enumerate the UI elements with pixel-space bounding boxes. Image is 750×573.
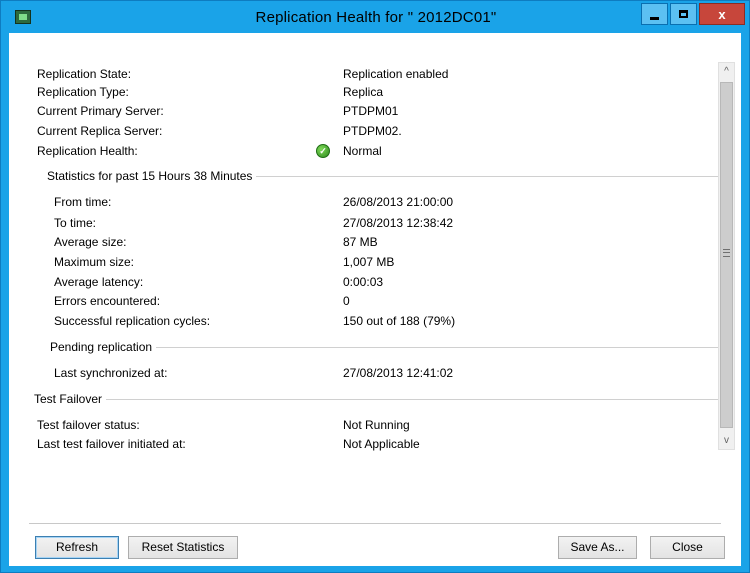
pending-row: Last synchronized at: 27/08/2013 12:41:0… bbox=[54, 365, 694, 381]
statistics-heading: Statistics for past 15 Hours 38 Minutes bbox=[47, 169, 257, 183]
successful-cycles-value: 150 out of 188 (79%) bbox=[343, 314, 456, 328]
window-title: Replication Health for " 2012DC01" bbox=[255, 9, 497, 26]
primary-server-value: PTDPM01 bbox=[343, 104, 399, 118]
successful-cycles-label: Successful replication cycles: bbox=[54, 314, 211, 328]
chevron-up-icon: ^ bbox=[724, 66, 729, 77]
button-separator bbox=[29, 523, 721, 524]
statistics-group-header: Statistics for past 15 Hours 38 Minutes bbox=[47, 168, 718, 184]
scroll-down-button[interactable]: v bbox=[719, 432, 734, 449]
from-time-label: From time: bbox=[54, 195, 112, 209]
pending-heading: Pending replication bbox=[50, 340, 157, 354]
stat-row: Maximum size: 1,007 MB bbox=[54, 254, 694, 270]
replication-health-label: Replication Health: bbox=[37, 144, 138, 158]
last-test-failover-label: Last test failover initiated at: bbox=[37, 437, 186, 451]
replica-server-label: Current Replica Server: bbox=[37, 124, 163, 138]
summary-row-replica-server: Current Replica Server: PTDPM02. bbox=[37, 123, 717, 139]
test-failover-heading: Test Failover bbox=[34, 392, 107, 406]
replication-state-value: Replication enabled bbox=[343, 67, 449, 81]
average-size-label: Average size: bbox=[54, 235, 127, 249]
test-failover-row: Last test failover initiated at: Not App… bbox=[37, 436, 717, 452]
stat-row: To time: 27/08/2013 12:38:42 bbox=[54, 215, 694, 231]
errors-encountered-value: 0 bbox=[343, 294, 350, 308]
replication-health-window: Replication Health for " 2012DC01" x Rep… bbox=[0, 0, 750, 573]
stat-row: Successful replication cycles: 150 out o… bbox=[54, 313, 694, 329]
title-bar[interactable]: Replication Health for " 2012DC01" x bbox=[1, 1, 749, 33]
test-failover-row: Test failover status: Not Running bbox=[37, 417, 717, 433]
last-synchronized-label: Last synchronized at: bbox=[54, 366, 168, 380]
last-test-failover-value: Not Applicable bbox=[343, 437, 420, 451]
replication-state-label: Replication State: bbox=[37, 67, 132, 81]
stat-row: Errors encountered: 0 bbox=[54, 293, 694, 309]
from-time-value: 26/08/2013 21:00:00 bbox=[343, 195, 454, 209]
minimize-button[interactable] bbox=[641, 3, 668, 25]
minimize-icon bbox=[650, 16, 659, 20]
stat-row: Average latency: 0:00:03 bbox=[54, 274, 694, 290]
primary-server-label: Current Primary Server: bbox=[37, 104, 164, 118]
average-latency-label: Average latency: bbox=[54, 275, 144, 289]
average-latency-value: 0:00:03 bbox=[343, 275, 384, 289]
pending-group-header: Pending replication bbox=[50, 339, 718, 355]
replication-type-value: Replica bbox=[343, 85, 384, 99]
save-as-button[interactable]: Save As... bbox=[558, 536, 637, 559]
test-failover-group-header: Test Failover bbox=[34, 391, 718, 407]
close-icon: x bbox=[718, 6, 726, 22]
to-time-label: To time: bbox=[54, 216, 97, 230]
close-window-button[interactable]: x bbox=[699, 3, 745, 25]
details-pane[interactable]: Replication State: Replication enabled R… bbox=[9, 33, 718, 455]
to-time-value: 27/08/2013 12:38:42 bbox=[343, 216, 454, 230]
maximum-size-value: 1,007 MB bbox=[343, 255, 395, 269]
maximize-icon bbox=[679, 10, 688, 18]
reset-statistics-button[interactable]: Reset Statistics bbox=[128, 536, 238, 559]
scrollbar-thumb[interactable] bbox=[720, 82, 733, 428]
test-failover-status-value: Not Running bbox=[343, 418, 410, 432]
vertical-scrollbar[interactable]: ^ v bbox=[718, 62, 735, 450]
chevron-down-icon: v bbox=[724, 435, 729, 446]
scroll-up-button[interactable]: ^ bbox=[719, 63, 734, 80]
close-button[interactable]: Close bbox=[650, 536, 725, 559]
replication-type-label: Replication Type: bbox=[37, 85, 129, 99]
test-failover-status-label: Test failover status: bbox=[37, 418, 140, 432]
summary-row-replication-health: Replication Health: ✓ Normal bbox=[37, 143, 717, 159]
test-failover-divider bbox=[34, 399, 718, 400]
check-ok-icon: ✓ bbox=[316, 144, 330, 158]
dialog-body: Replication State: Replication enabled R… bbox=[9, 33, 741, 566]
replication-health-value: Normal bbox=[343, 144, 382, 158]
summary-row-replication-type: Replication Type: Replica bbox=[37, 84, 717, 100]
replica-server-value: PTDPM02. bbox=[343, 124, 402, 138]
average-size-value: 87 MB bbox=[343, 235, 378, 249]
summary-row-primary-server: Current Primary Server: PTDPM01 bbox=[37, 103, 717, 119]
stat-row: From time: 26/08/2013 21:00:00 bbox=[54, 194, 694, 210]
maximize-button[interactable] bbox=[670, 3, 697, 25]
errors-encountered-label: Errors encountered: bbox=[54, 294, 161, 308]
refresh-button[interactable]: Refresh bbox=[35, 536, 119, 559]
maximum-size-label: Maximum size: bbox=[54, 255, 135, 269]
last-synchronized-value: 27/08/2013 12:41:02 bbox=[343, 366, 454, 380]
summary-row-replication-state: Replication State: Replication enabled bbox=[37, 66, 717, 82]
grip-icon bbox=[723, 249, 730, 257]
stat-row: Average size: 87 MB bbox=[54, 234, 694, 250]
